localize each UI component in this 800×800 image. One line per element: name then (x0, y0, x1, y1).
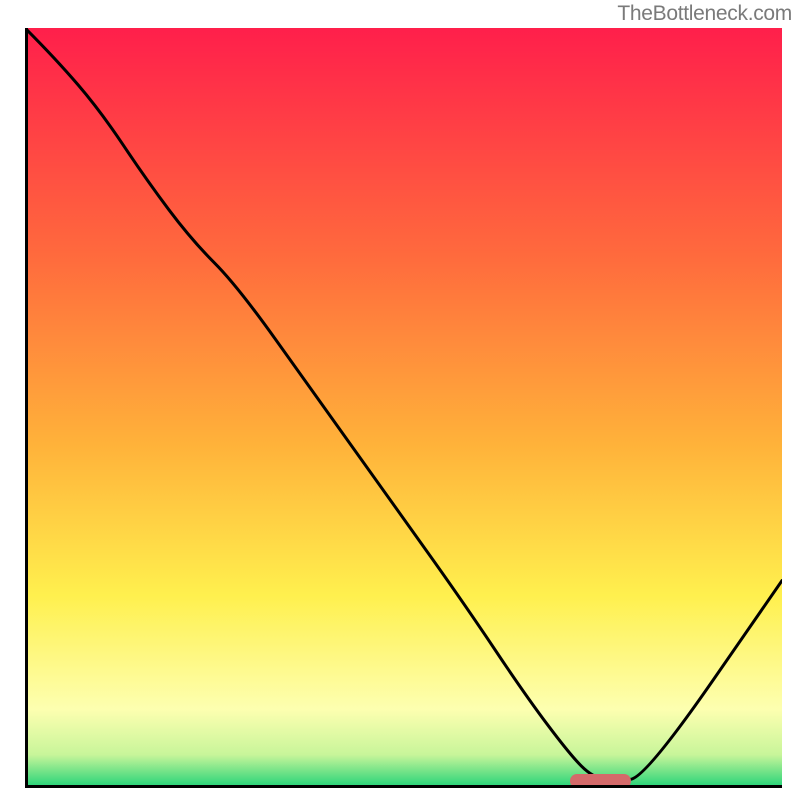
chart-svg (25, 28, 782, 785)
y-axis (25, 28, 28, 785)
x-axis (25, 785, 782, 788)
gradient-background (25, 28, 782, 785)
watermark-text: TheBottleneck.com (617, 2, 792, 26)
plot-area (25, 28, 782, 785)
